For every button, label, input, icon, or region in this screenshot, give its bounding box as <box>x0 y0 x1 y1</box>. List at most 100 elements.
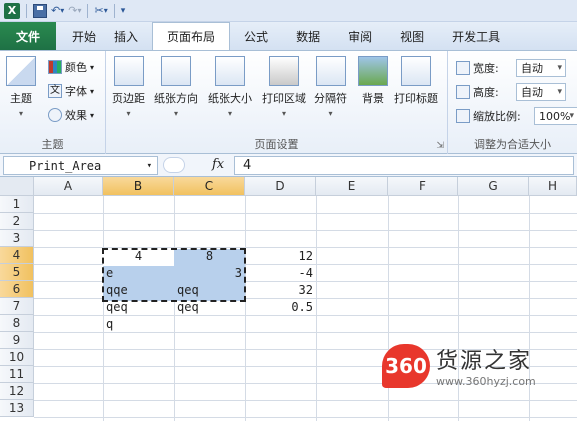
tab-page-layout[interactable]: 页面布局 <box>152 22 231 50</box>
tab-review[interactable]: 审阅 <box>334 22 386 50</box>
row-header-12[interactable]: 12 <box>0 383 34 400</box>
redo-button[interactable]: ↷ ▾ <box>67 2 82 20</box>
colors-button[interactable]: 颜色 ▾ <box>48 59 94 75</box>
breaks-icon <box>315 56 346 86</box>
row-header-13[interactable]: 13 <box>0 400 34 417</box>
page-setup-group: 页边距 ▾ 纸张方向 ▾ 纸张大小 ▾ 打印区域 ▾ 分隔符 ▾ 背景 打印标题… <box>106 51 448 155</box>
column-header-d[interactable]: D <box>245 177 316 196</box>
scale-row: 缩放比例: 100% <box>456 107 577 125</box>
tab-developer[interactable]: 开发工具 <box>438 22 514 50</box>
undo-icon: ↶ <box>51 4 61 17</box>
row-header-9[interactable]: 9 <box>0 332 34 349</box>
fonts-icon: 文 <box>48 84 62 98</box>
print-titles-icon <box>401 56 431 86</box>
page-setup-group-label: 页面设置 <box>254 138 299 151</box>
cell-d6[interactable]: 32 <box>245 281 316 298</box>
name-box[interactable]: Print_Area ▾ <box>3 156 158 175</box>
row-header-11[interactable]: 11 <box>0 366 34 383</box>
tab-home[interactable]: 开始 <box>56 22 110 50</box>
customize-qat-button[interactable]: ▾ <box>120 2 127 20</box>
scale-group-label: 调整为合适大小 <box>474 138 551 151</box>
redo-icon: ↷ <box>68 4 78 17</box>
row-header-8[interactable]: 8 <box>0 315 34 332</box>
scale-to-fit-group: 宽度: 自动 高度: 自动 缩放比例: 100% 调整为合适大小 <box>448 51 577 155</box>
print-area-dropdown-icon: ▾ <box>281 109 286 118</box>
cell-d5[interactable]: -4 <box>245 264 316 281</box>
scale-spinner[interactable]: 100% <box>534 107 577 125</box>
tools-dropdown-icon: ▾ <box>103 6 108 15</box>
height-select[interactable]: 自动 <box>516 83 566 101</box>
column-header-f[interactable]: F <box>388 177 458 196</box>
grid-line <box>34 417 577 418</box>
column-header-c[interactable]: C <box>174 177 245 196</box>
cell-d4[interactable]: 12 <box>245 247 316 264</box>
width-row: 宽度: 自动 <box>456 59 566 77</box>
undo-button[interactable]: ↶ ▾ <box>50 2 65 20</box>
quick-access-toolbar: X ↶ ▾ ↷ ▾ ✂ ▾ ▾ <box>0 0 577 22</box>
themes-icon <box>6 56 36 86</box>
themes-group-label: 主题 <box>41 138 64 151</box>
column-header-h[interactable]: H <box>529 177 577 196</box>
column-header-g[interactable]: G <box>458 177 529 196</box>
save-button[interactable] <box>32 2 48 20</box>
tab-view[interactable]: 视图 <box>386 22 438 50</box>
width-icon <box>456 61 470 75</box>
row-header-10[interactable]: 10 <box>0 349 34 366</box>
tools-icon: ✂ <box>94 4 104 17</box>
colors-icon <box>48 60 62 74</box>
print-area-marquee <box>102 248 246 302</box>
row-header-3[interactable]: 3 <box>0 230 34 247</box>
toolbar-separator <box>87 3 89 18</box>
width-select[interactable]: 自动 <box>516 59 566 77</box>
insert-function-icon[interactable]: fx <box>212 157 224 172</box>
height-row: 高度: 自动 <box>456 83 566 101</box>
cell-d7[interactable]: 0.5 <box>245 298 316 315</box>
excel-logo-icon[interactable]: X <box>3 2 21 20</box>
row-header-6[interactable]: 6 <box>0 281 34 298</box>
breaks-button[interactable]: 分隔符 ▾ <box>314 56 347 118</box>
page-setup-launcher-icon[interactable]: ⇲ <box>436 141 444 151</box>
background-button[interactable]: 背景 <box>358 56 388 106</box>
orientation-button[interactable]: 纸张方向 ▾ <box>154 56 198 118</box>
tools-button[interactable]: ✂ ▾ <box>93 2 108 20</box>
fonts-dropdown-icon: ▾ <box>90 86 95 96</box>
ribbon: 主题 ▾ 颜色 ▾ 文 字体 ▾ 效果 ▾ 主题 页边距 ▾ 纸张方向 ▾ 纸张… <box>0 50 577 155</box>
row-header-4[interactable]: 4 <box>0 247 34 264</box>
formula-input[interactable]: 4 <box>234 156 574 175</box>
size-dropdown-icon: ▾ <box>227 109 232 118</box>
row-header-1[interactable]: 1 <box>0 196 34 213</box>
tab-insert[interactable]: 插入 <box>110 22 152 50</box>
margins-button[interactable]: 页边距 ▾ <box>112 56 145 118</box>
tab-data[interactable]: 数据 <box>282 22 334 50</box>
effects-button[interactable]: 效果 ▾ <box>48 107 94 123</box>
height-icon <box>456 85 470 99</box>
print-titles-button[interactable]: 打印标题 <box>394 56 438 106</box>
row-header-2[interactable]: 2 <box>0 213 34 230</box>
tab-file[interactable]: 文件 <box>0 22 56 50</box>
toolbar-separator <box>26 3 27 18</box>
breaks-dropdown-icon: ▾ <box>328 109 333 118</box>
column-header-a[interactable]: A <box>34 177 103 196</box>
watermark: 360 货源之家 www.360hyzj.com <box>382 343 536 388</box>
toolbar-separator <box>113 3 115 18</box>
select-all-corner[interactable] <box>0 177 34 196</box>
effects-dropdown-icon: ▾ <box>90 110 95 120</box>
themes-button[interactable]: 主题 ▾ <box>6 56 36 118</box>
size-icon <box>215 56 245 86</box>
size-button[interactable]: 纸张大小 ▾ <box>208 56 252 118</box>
tab-formulas[interactable]: 公式 <box>230 22 282 50</box>
formula-bar-splitter-icon[interactable] <box>163 157 185 173</box>
grid-line <box>34 213 577 214</box>
cell-b8[interactable]: q <box>103 315 174 332</box>
print-area-icon <box>269 56 299 86</box>
effects-icon <box>48 108 62 122</box>
column-header-b[interactable]: B <box>103 177 174 196</box>
grid-line <box>34 230 577 231</box>
column-header-e[interactable]: E <box>316 177 388 196</box>
row-header-7[interactable]: 7 <box>0 298 34 315</box>
print-area-button[interactable]: 打印区域 ▾ <box>262 56 306 118</box>
name-box-dropdown-icon[interactable]: ▾ <box>147 161 152 171</box>
themes-group: 主题 ▾ 颜色 ▾ 文 字体 ▾ 效果 ▾ 主题 <box>0 51 106 155</box>
fonts-button[interactable]: 文 字体 ▾ <box>48 83 94 99</box>
row-header-5[interactable]: 5 <box>0 264 34 281</box>
